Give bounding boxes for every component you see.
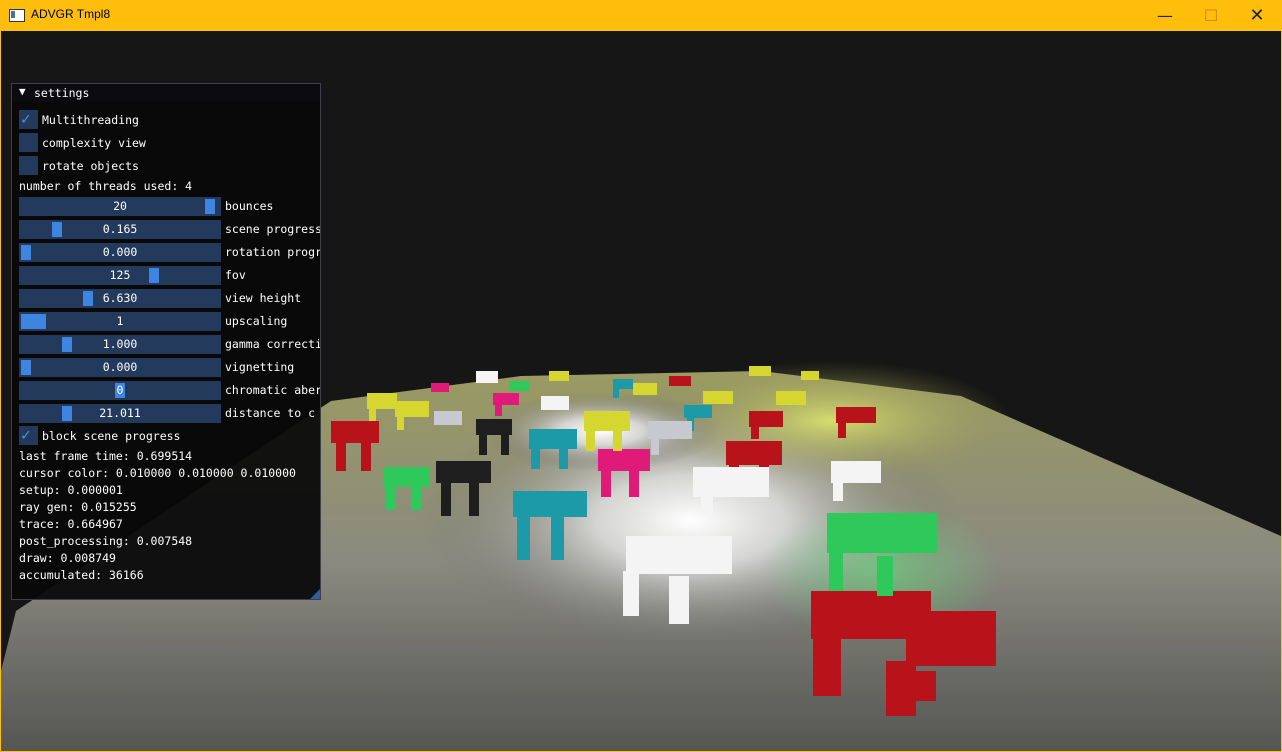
slider-scene-progress[interactable]: 0.165 [19, 220, 221, 239]
stat-line: cursor color: 0.010000 0.010000 0.010000 [19, 466, 296, 480]
checkbox-label-complexity-view: complexity view [42, 136, 146, 150]
slider-value: 0.000 [102, 245, 138, 259]
stat-line: draw: 0.008749 [19, 551, 116, 565]
slider-value: 0.165 [102, 222, 138, 236]
slider-value: 1.000 [102, 337, 138, 351]
render-viewport[interactable]: ▼ settings ✓ Multithreading complexity v… [1, 31, 1281, 751]
slider-label-rotation-progress: rotation progress [225, 245, 320, 259]
slider-chromatic-aberration[interactable]: 0 [19, 381, 221, 400]
stat-line: setup: 0.000001 [19, 483, 123, 497]
slider-distance-to-c[interactable]: 21.011 [19, 404, 221, 423]
stat-line: post_processing: 0.007548 [19, 534, 193, 548]
slider-fov[interactable]: 125 [19, 266, 221, 285]
stat-line: accumulated: 36166 [19, 568, 144, 582]
slider-value: 20 [113, 199, 127, 213]
stat-line: ray gen: 0.015255 [19, 500, 137, 514]
slider-value: 0 [116, 383, 124, 397]
resize-grip-icon[interactable] [310, 589, 320, 599]
minimize-button[interactable]: — [1142, 0, 1188, 31]
checkbox-rotate-objects[interactable] [19, 156, 38, 175]
checkbox-label-rotate-objects: rotate objects [42, 159, 139, 173]
close-button[interactable]: ✕ [1234, 0, 1280, 31]
slider-upscaling[interactable]: 1 [19, 312, 221, 331]
checkmark-icon: ✓ [21, 425, 31, 444]
slider-rotation-progress[interactable]: 0.000 [19, 243, 221, 262]
slider-gamma-correction[interactable]: 1.000 [19, 335, 221, 354]
slider-label-distance-to-c: distance to c [225, 406, 316, 420]
window-title: ADVGR Tmpl8 [31, 7, 111, 21]
slider-label-fov: fov [225, 268, 246, 282]
settings-panel-header[interactable]: ▼ settings [12, 84, 320, 102]
slider-label-bounces: bounces [225, 199, 274, 213]
stat-line: trace: 0.664967 [19, 517, 123, 531]
slider-label-vignetting: vignetting [225, 360, 295, 374]
slider-label-chromatic-aberration: chromatic aberration [225, 383, 320, 397]
collapse-arrow-icon[interactable]: ▼ [19, 85, 26, 98]
stat-line: last frame time: 0.699514 [19, 449, 193, 463]
checkbox-multithreading[interactable]: ✓ [19, 109, 38, 129]
checkbox-complexity-view[interactable] [19, 133, 38, 152]
maximize-button[interactable]: ☐ [1188, 0, 1234, 31]
slider-label-scene-progress: scene progress [225, 222, 321, 236]
slider-value: 0.000 [102, 360, 138, 374]
checkbox-label-multithreading: Multithreading [42, 113, 139, 127]
slider-vignetting[interactable]: 0.000 [19, 358, 221, 377]
settings-panel[interactable]: ▼ settings ✓ Multithreading complexity v… [11, 83, 321, 600]
slider-label-gamma-correction: gamma correction [225, 337, 320, 351]
slider-value: 1 [116, 314, 124, 328]
checkbox-label-block-scene-progress: block scene progress [42, 429, 181, 443]
slider-value: 21.011 [99, 406, 141, 420]
checkbox-block-scene-progress[interactable]: ✓ [19, 425, 38, 445]
slider-value: 125 [109, 268, 131, 282]
app-window-icon [9, 9, 25, 22]
slider-label-upscaling: upscaling [225, 314, 288, 328]
slider-label-view-height: view height [225, 291, 302, 305]
slider-value: 6.630 [102, 291, 138, 305]
threads-used-text: number of threads used: 4 [19, 179, 193, 193]
title-bar[interactable]: ADVGR Tmpl8 — ☐ ✕ [0, 0, 1282, 31]
panel-title: settings [34, 86, 90, 100]
checkmark-icon: ✓ [21, 109, 31, 128]
slider-view-height[interactable]: 6.630 [19, 289, 221, 308]
slider-bounces[interactable]: 20 [19, 197, 221, 216]
